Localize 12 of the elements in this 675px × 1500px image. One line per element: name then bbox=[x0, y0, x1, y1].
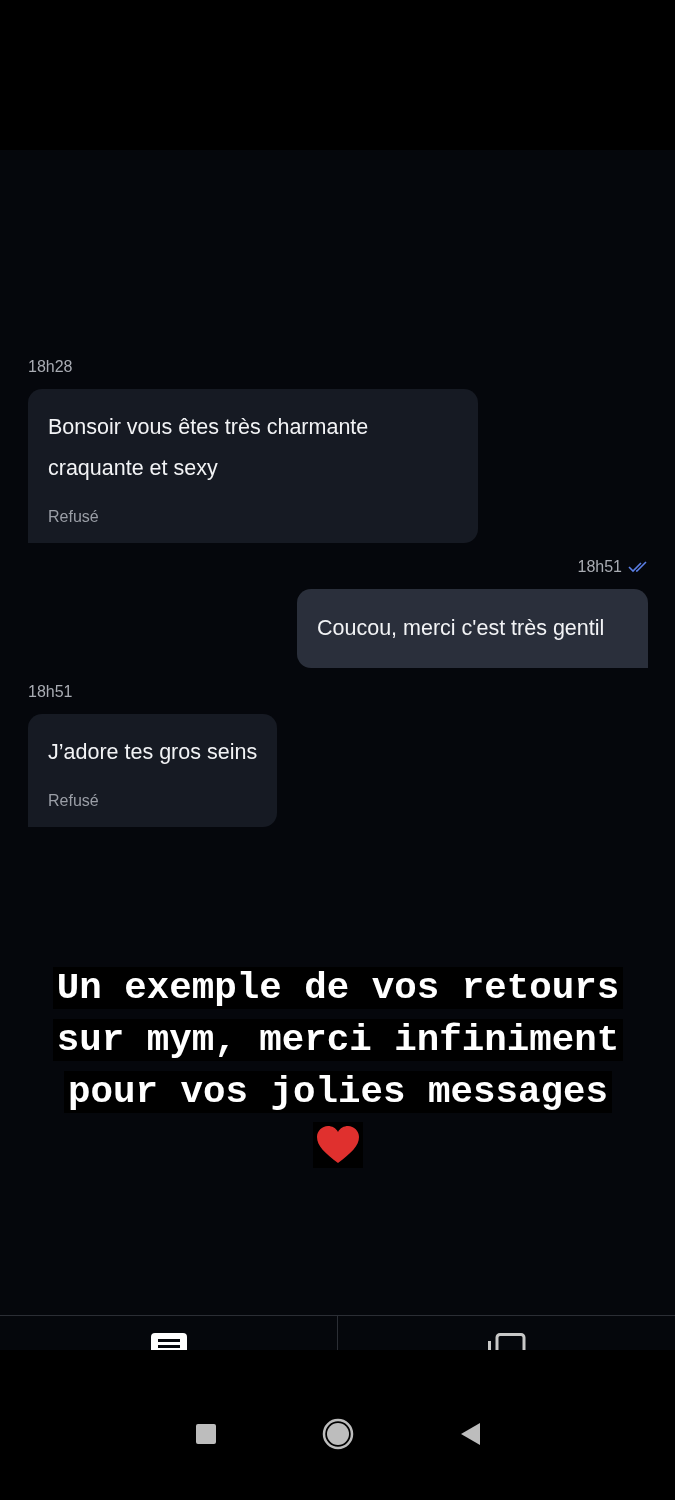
message-text: Coucou, merci c'est très gentil bbox=[317, 616, 605, 640]
message-time: 18h51 bbox=[28, 683, 73, 701]
pages-icon[interactable] bbox=[486, 1333, 527, 1350]
message-status: Refusé bbox=[48, 507, 100, 527]
home-button[interactable] bbox=[321, 1418, 354, 1450]
message-text: J’adore tes gros seins bbox=[48, 740, 258, 764]
message-status: Refusé bbox=[48, 791, 100, 811]
message-text: Bonsoir vous êtes très charmante craquante et sexy bbox=[48, 415, 369, 480]
document-icon[interactable] bbox=[150, 1333, 187, 1350]
message-time: 18h51 bbox=[577, 558, 622, 576]
recents-button[interactable] bbox=[194, 1423, 217, 1445]
message-time: 18h28 bbox=[28, 358, 73, 376]
